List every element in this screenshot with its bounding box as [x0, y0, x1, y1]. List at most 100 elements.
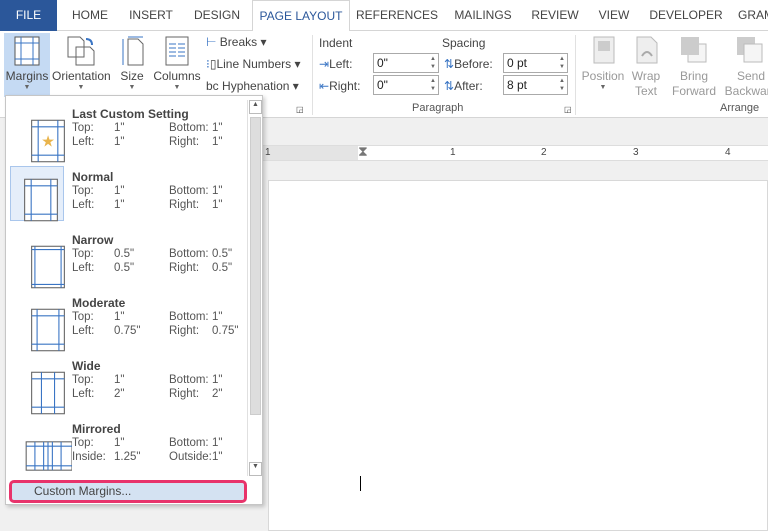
label: Outside: [169, 451, 212, 463]
scroll-up-icon[interactable]: ▲ [249, 100, 262, 114]
tab-review[interactable]: REVIEW [527, 0, 583, 31]
wrap-text-label: Text [634, 84, 657, 98]
scrollbar[interactable]: ▲ ▼ [247, 100, 262, 476]
scroll-thumb[interactable] [250, 117, 261, 415]
bring-forward-icon [681, 37, 707, 63]
breaks-label: Breaks [219, 35, 258, 49]
tab-view[interactable]: VIEW [592, 0, 636, 31]
dropdown-arrow-icon: ▼ [23, 84, 31, 91]
margin-preview-icon [10, 166, 64, 222]
margin-option-normal[interactable]: Normal Top: 1" Bottom: 1" Left: 1" Right: 1" [8, 164, 246, 226]
label: Top: [72, 437, 94, 449]
size-button[interactable]: Size ▼ [114, 33, 150, 97]
orientation-button[interactable]: Orientation ▼ [52, 33, 111, 97]
orientation-icon [67, 36, 95, 66]
value: 1" [114, 185, 125, 197]
spinner-icon[interactable]: ▲ ▼ [430, 77, 436, 93]
indent-marker-icon[interactable]: ⧗ [358, 143, 368, 160]
margin-option-mirrored[interactable]: Mirrored Top: 1" Bottom: 1" Inside: 1.25" Out… [8, 416, 246, 478]
label: Left: [72, 199, 95, 211]
margin-option-name: Last Custom Setting [72, 107, 189, 121]
value: 0.5" [114, 248, 135, 260]
dropdown-arrow-icon: ▼ [173, 84, 181, 91]
label: Left: [72, 388, 95, 400]
arrange-group-label: Arrange [720, 102, 760, 114]
margin-preview-icon [16, 423, 72, 477]
size-icon [122, 36, 144, 66]
label: Bottom: [169, 248, 209, 260]
margin-option-last-custom-setting[interactable]: ★ Last Custom Setting Top: 1" Bottom: 1" Le… [8, 101, 246, 163]
indent-left-label: ⇥Left: [319, 57, 353, 71]
tab-design[interactable]: DESIGN [186, 0, 248, 31]
margin-option-narrow[interactable]: Narrow Top: 0.5" Bottom: 0.5" Left: 0.5" Righ… [8, 227, 246, 289]
scroll-down-icon[interactable]: ▼ [249, 462, 262, 476]
tab-developer[interactable]: DEVELOPER [648, 0, 724, 31]
value: 2" [212, 388, 223, 400]
indent-left-input[interactable]: 0" ▲ ▼ [373, 53, 439, 73]
tab-mailings[interactable]: MAILINGS [448, 0, 518, 31]
bring-forward-button[interactable]: Bring Forward [666, 33, 722, 98]
send-backward-button[interactable]: Send Backward [724, 33, 768, 98]
document-page[interactable] [268, 180, 768, 531]
label: Bottom: [169, 374, 209, 386]
ruler-tick-label: 1 [450, 147, 456, 158]
label: Bottom: [169, 311, 209, 323]
dropdown-arrow-icon: ▼ [128, 84, 136, 91]
margins-button[interactable]: Margins ▼ [4, 33, 50, 97]
position-icon [593, 36, 615, 64]
line-numbers-button[interactable]: ⁝▯Line Numbers ▾ [206, 57, 301, 71]
value: 1" [114, 311, 125, 323]
value: 0.5" [212, 248, 233, 260]
send-backward-icon [737, 37, 763, 63]
margins-icon [14, 36, 40, 66]
label: Top: [72, 374, 94, 386]
tab-file[interactable]: FILE [0, 0, 57, 31]
columns-label: Columns [153, 69, 201, 83]
tab-home[interactable]: HOME [62, 0, 118, 31]
spacing-after-label: ⇅After: [444, 79, 483, 93]
value: 1" [114, 437, 125, 449]
indent-label: Indent [319, 36, 353, 50]
spinner-icon[interactable]: ▲ ▼ [559, 55, 565, 71]
spinner-icon[interactable]: ▲ ▼ [559, 77, 565, 93]
size-label: Size [120, 69, 144, 83]
margin-preview-icon: ★ [16, 108, 65, 163]
page-setup-launcher-icon[interactable]: ◲ [296, 105, 304, 114]
tab-references[interactable]: REFERENCES [356, 0, 438, 31]
custom-margins-button[interactable]: Custom Margins... [9, 480, 247, 503]
margin-option-name: Narrow [72, 233, 114, 247]
ruler-tick-label: 4 [725, 147, 731, 158]
value: 0.5" [212, 262, 233, 274]
paragraph-launcher-icon[interactable]: ◲ [564, 105, 572, 114]
spinner-icon[interactable]: ▲ ▼ [430, 55, 436, 71]
hyphenation-label: Hyphenation [222, 79, 290, 93]
divider [312, 35, 313, 115]
indent-right-input[interactable]: 0" ▲ ▼ [373, 75, 439, 95]
line-numbers-icon: ⁝ [206, 57, 210, 71]
tab-insert[interactable]: INSERT [122, 0, 180, 31]
label: Bottom: [169, 122, 209, 134]
tab-page-layout[interactable]: PAGE LAYOUT [252, 0, 350, 32]
position-button[interactable]: Position ▼ [580, 33, 626, 97]
value: 1" [114, 122, 125, 134]
columns-button[interactable]: Columns ▼ [152, 33, 202, 97]
breaks-button[interactable]: ⊢ Breaks ▾ [206, 35, 267, 49]
value: 1" [212, 374, 223, 386]
spacing-before-input[interactable]: 0 pt ▲ ▼ [503, 53, 568, 73]
ribbon-tabs: FILE HOME INSERT DESIGN PAGE LAYOUT REFE… [0, 0, 768, 32]
wrap-text-button[interactable]: Wrap Text [628, 33, 664, 98]
horizontal-ruler[interactable]: 1 ⧗ 1 2 3 4 [262, 143, 768, 161]
hyphenation-button[interactable]: bc Hyphenation ▾ [206, 79, 299, 93]
margin-preview-icon [16, 297, 65, 352]
bring-label: Bring [679, 69, 708, 83]
margin-option-wide[interactable]: Wide Top: 1" Bottom: 1" Left: 2" Right: 2" [8, 353, 246, 415]
divider [575, 35, 576, 115]
value: 1" [212, 437, 223, 449]
wrap-text-icon [636, 36, 658, 64]
tab-grammar[interactable]: GRAM [736, 0, 768, 31]
spacing-after-input[interactable]: 8 pt ▲ ▼ [503, 75, 568, 95]
label: Top: [72, 185, 94, 197]
margin-option-moderate[interactable]: Moderate Top: 1" Bottom: 1" Left: 0.75" Right… [8, 290, 246, 352]
margins-label: Margins [5, 69, 49, 83]
svg-text:★: ★ [41, 133, 55, 150]
